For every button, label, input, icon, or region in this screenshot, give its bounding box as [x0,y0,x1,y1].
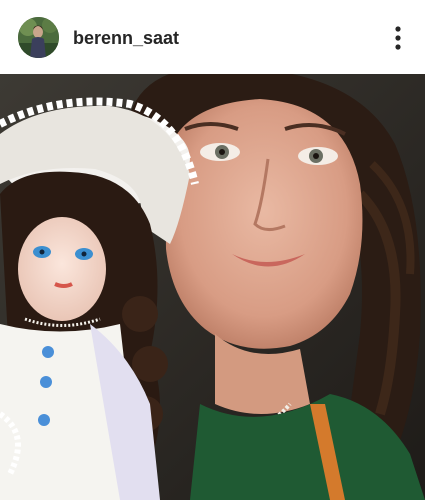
post-header: berenn_saat [0,0,425,74]
more-vertical-icon [395,26,401,50]
username[interactable]: berenn_saat [73,27,179,49]
instagram-post: berenn_saat [0,0,425,500]
photo-illustration [0,74,425,500]
post-photo[interactable] [0,74,425,500]
avatar-image [18,17,59,58]
more-options-button[interactable] [391,24,405,52]
profile-avatar[interactable] [18,17,59,58]
